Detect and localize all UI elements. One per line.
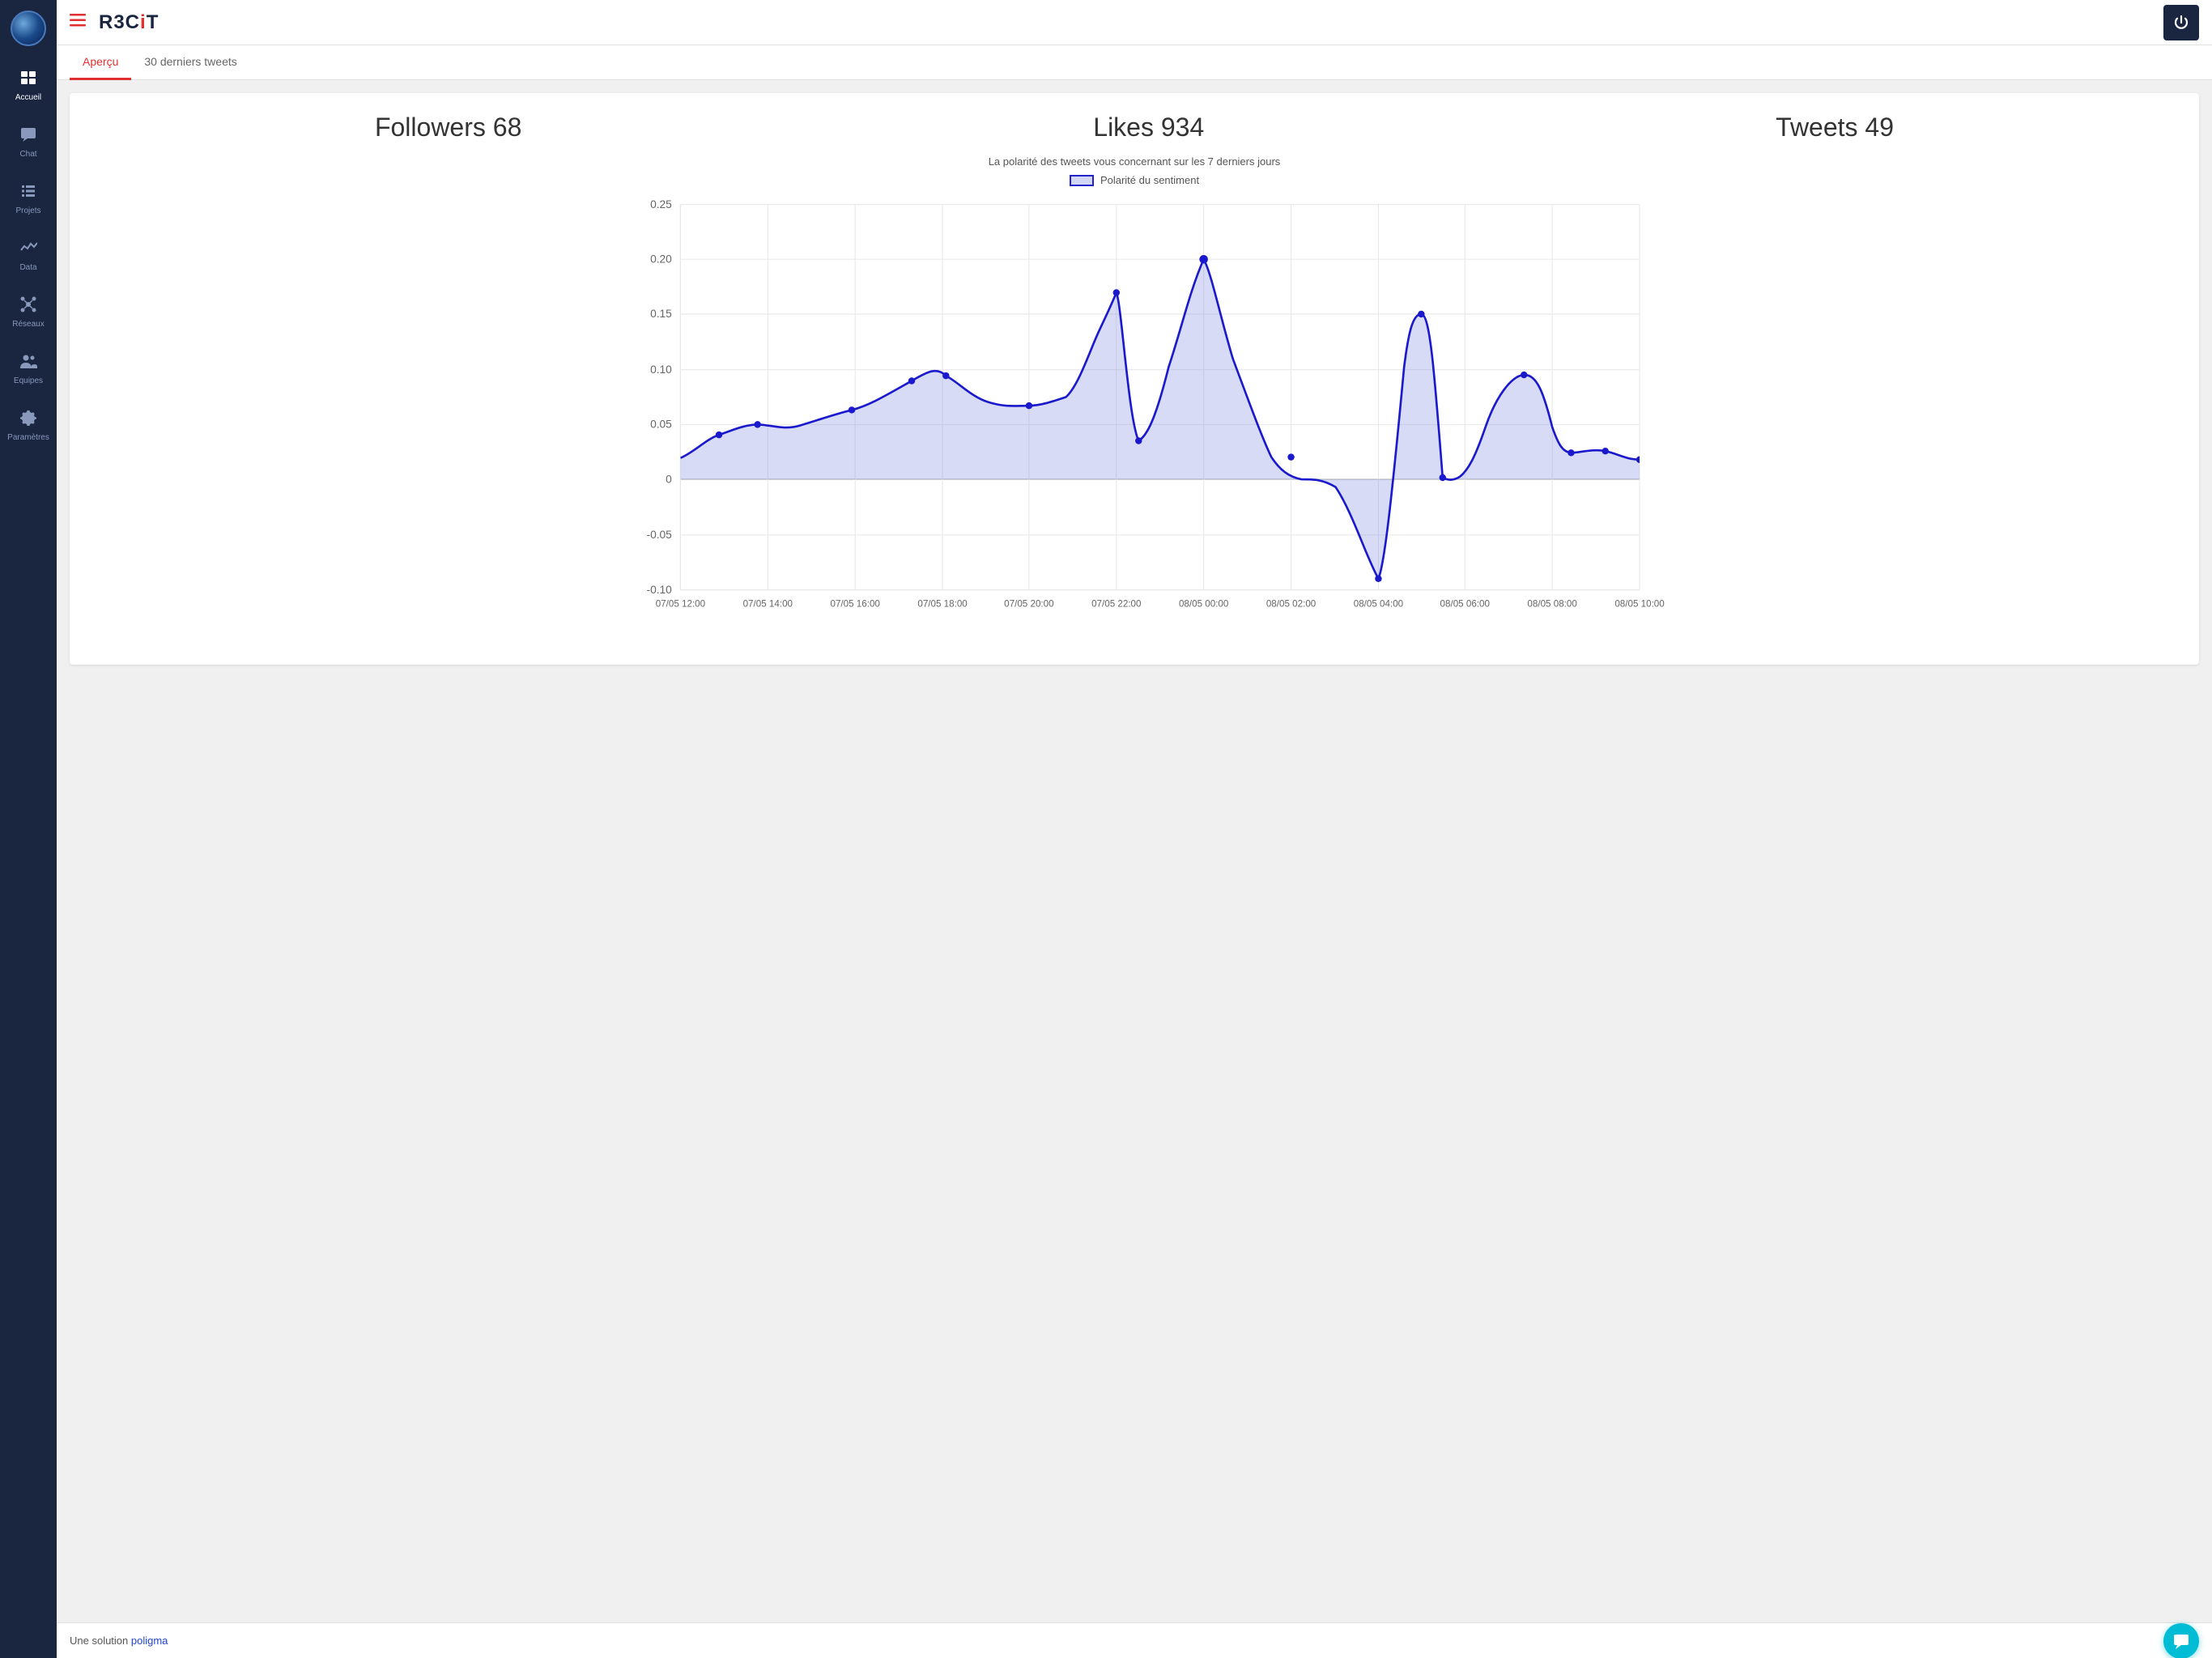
legend-label: Polarité du sentiment [1100, 174, 1199, 186]
svg-text:08/05 08:00: 08/05 08:00 [1527, 599, 1577, 610]
stat-followers: Followers 68 [375, 113, 521, 142]
home-icon [19, 69, 37, 90]
sidebar-item-equipes[interactable]: Equipes [0, 340, 57, 397]
header: R3CiT [57, 0, 2212, 45]
sidebar-label-accueil: Accueil [15, 93, 41, 102]
svg-text:08/05 10:00: 08/05 10:00 [1614, 599, 1665, 610]
footer: Une solution poligma [57, 1622, 2212, 1658]
svg-text:07/05 12:00: 07/05 12:00 [656, 599, 706, 610]
network-icon [19, 295, 37, 317]
avatar [11, 11, 46, 46]
svg-text:0: 0 [666, 473, 672, 485]
content-area: Followers 68 Likes 934 Tweets 49 La pola… [57, 80, 2212, 1622]
sidebar-item-projets[interactable]: Projets [0, 170, 57, 227]
chart-subtitle: La polarité des tweets vous concernant s… [89, 155, 2180, 168]
svg-text:0.10: 0.10 [650, 363, 672, 376]
polarity-chart: 0.25 0.20 0.15 0.10 0.05 0 -0.05 -0.10 0… [89, 196, 2180, 641]
svg-text:07/05 16:00: 07/05 16:00 [830, 599, 880, 610]
hamburger-icon[interactable] [70, 13, 86, 32]
logo-text-i: i [140, 11, 147, 33]
svg-text:0.25: 0.25 [650, 198, 672, 210]
svg-text:-0.10: -0.10 [647, 584, 673, 596]
tab-tweets[interactable]: 30 derniers tweets [131, 45, 249, 80]
stat-tweets: Tweets 49 [1776, 113, 1894, 142]
sidebar-label-projets: Projets [15, 206, 40, 215]
sidebar: Accueil Chat Projets [0, 0, 57, 1658]
sidebar-label-reseaux: Réseaux [12, 320, 44, 329]
stats-row: Followers 68 Likes 934 Tweets 49 [89, 113, 2180, 142]
main-area: R3CiT Aperçu 30 derniers tweets Follower… [57, 0, 2212, 1658]
list-icon [19, 182, 37, 203]
logo-text-r3c: R3C [99, 11, 140, 33]
sidebar-item-parametres[interactable]: Paramètres [0, 397, 57, 453]
sidebar-item-data[interactable]: Data [0, 227, 57, 283]
tabs-bar: Aperçu 30 derniers tweets [57, 45, 2212, 80]
logo-text-t: T [147, 11, 160, 33]
sidebar-label-data: Data [19, 263, 36, 272]
chart-legend: Polarité du sentiment [89, 174, 2180, 186]
power-button[interactable] [2163, 5, 2199, 40]
svg-text:0.15: 0.15 [650, 308, 672, 320]
svg-text:07/05 14:00: 07/05 14:00 [743, 599, 793, 610]
svg-text:08/05 06:00: 08/05 06:00 [1440, 599, 1491, 610]
tab-apercu[interactable]: Aperçu [70, 45, 131, 80]
stat-likes: Likes 934 [1093, 113, 1204, 142]
logo: R3CiT [99, 11, 159, 34]
chat-bubble-button[interactable] [2163, 1623, 2199, 1658]
legend-box [1070, 175, 1094, 186]
data-icon [19, 239, 37, 260]
teams-icon [19, 352, 37, 373]
svg-text:07/05 20:00: 07/05 20:00 [1004, 599, 1054, 610]
chat-icon [19, 125, 37, 147]
sidebar-avatar [0, 0, 57, 57]
svg-text:0.05: 0.05 [650, 419, 672, 431]
sidebar-label-parametres: Paramètres [7, 433, 49, 442]
sidebar-item-reseaux[interactable]: Réseaux [0, 283, 57, 340]
svg-text:0.20: 0.20 [650, 253, 672, 266]
sidebar-label-chat: Chat [19, 150, 36, 159]
sidebar-item-accueil[interactable]: Accueil [0, 57, 57, 113]
settings-icon [19, 409, 37, 430]
svg-text:08/05 02:00: 08/05 02:00 [1266, 599, 1317, 610]
svg-text:08/05 00:00: 08/05 00:00 [1179, 599, 1229, 610]
chart-wrapper: 0.25 0.20 0.15 0.10 0.05 0 -0.05 -0.10 0… [89, 196, 2180, 645]
chart-card: Followers 68 Likes 934 Tweets 49 La pola… [70, 93, 2199, 665]
svg-text:08/05 04:00: 08/05 04:00 [1354, 599, 1404, 610]
footer-brand[interactable]: poligma [131, 1635, 168, 1647]
svg-text:07/05 18:00: 07/05 18:00 [917, 599, 968, 610]
footer-text: Une solution poligma [70, 1635, 168, 1647]
svg-text:07/05 22:00: 07/05 22:00 [1091, 599, 1142, 610]
sidebar-item-chat[interactable]: Chat [0, 113, 57, 170]
header-left: R3CiT [70, 11, 159, 34]
sidebar-label-equipes: Equipes [14, 376, 43, 385]
svg-text:-0.05: -0.05 [647, 529, 673, 541]
